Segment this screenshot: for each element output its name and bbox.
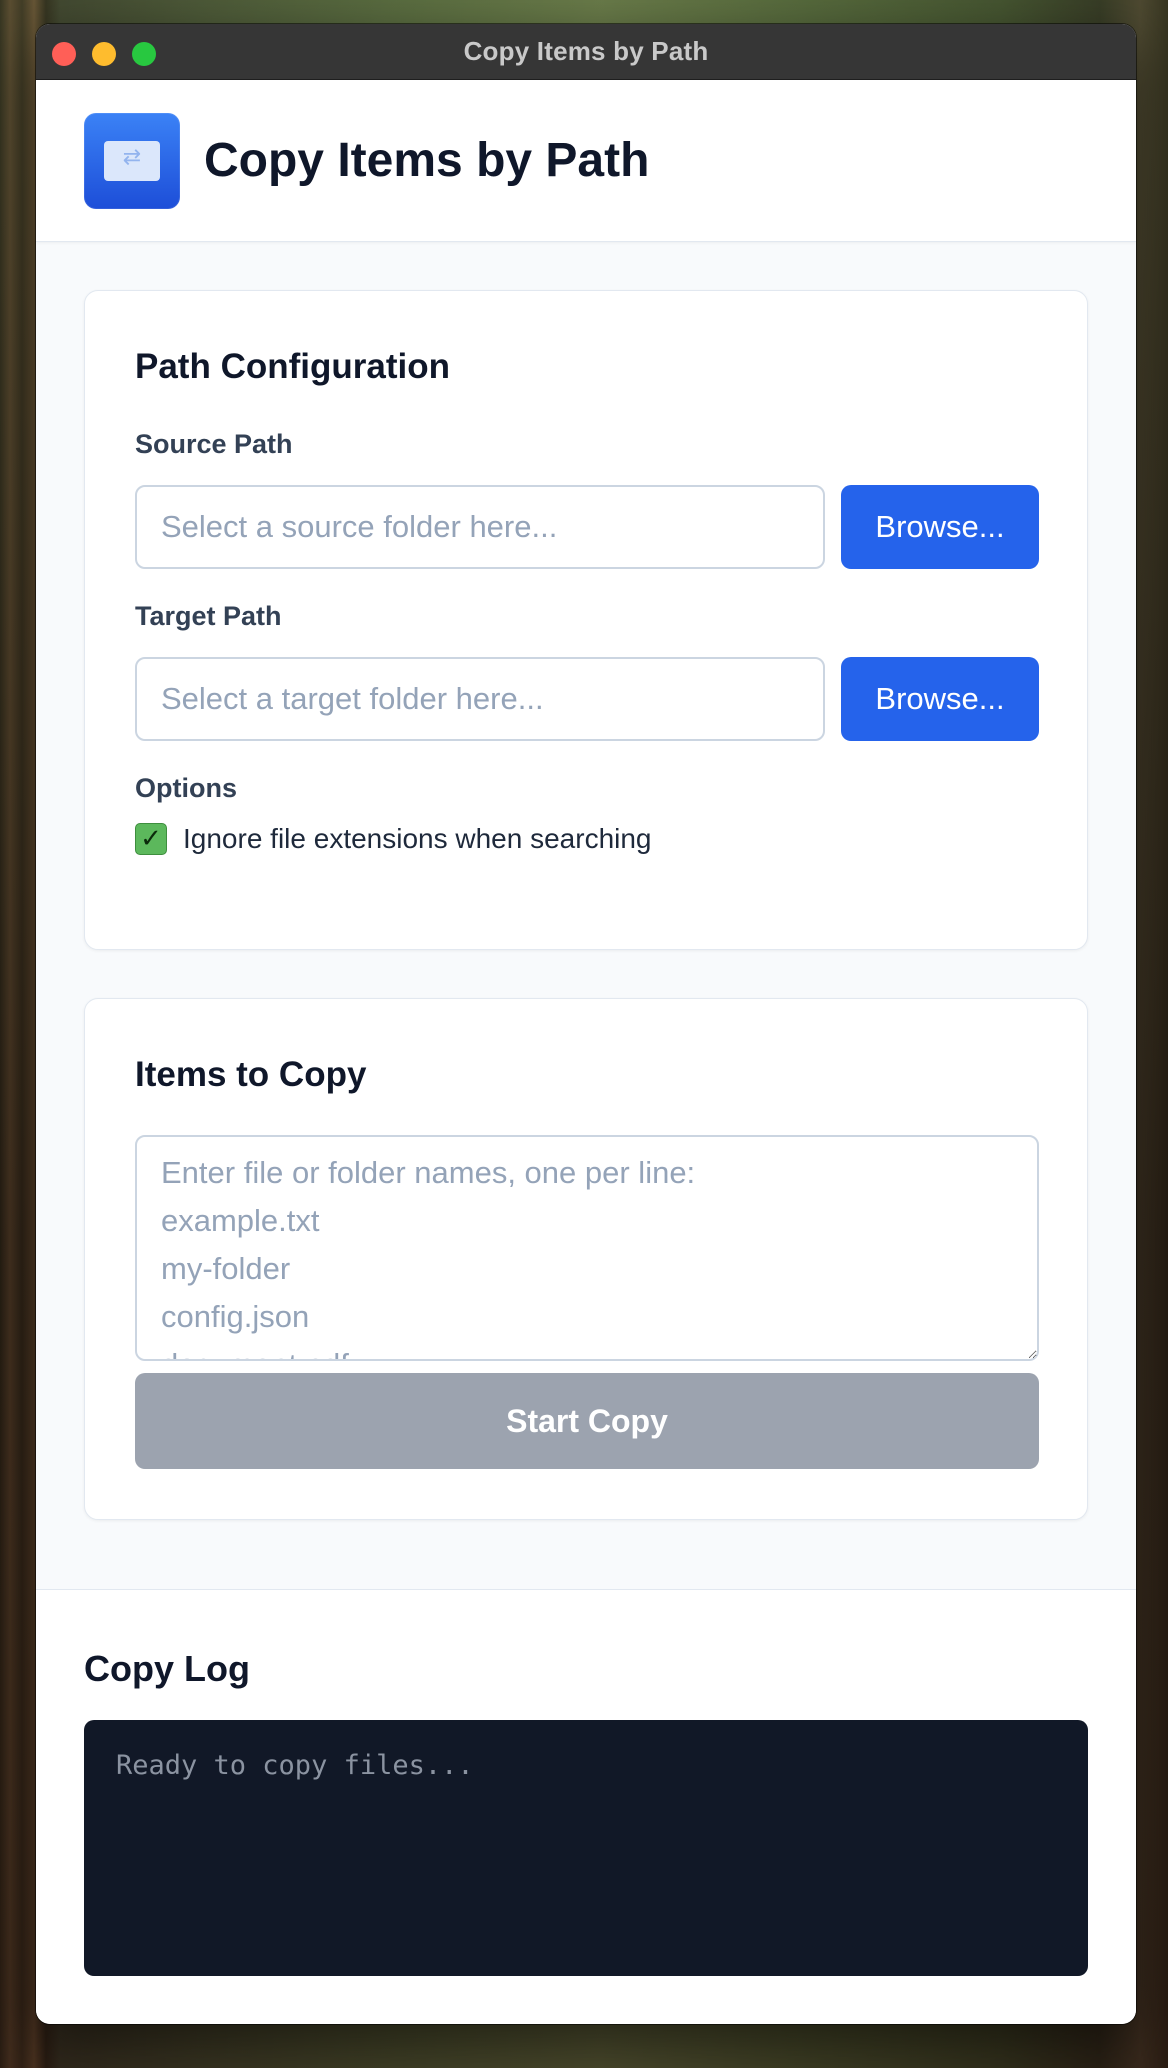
app-title: Copy Items by Path (204, 134, 650, 187)
window-controls (52, 42, 156, 66)
target-path-label: Target Path (135, 601, 282, 631)
window-titlebar[interactable]: Copy Items by Path (36, 24, 1136, 80)
copy-log-output: Ready to copy files... (84, 1720, 1088, 1976)
window-title: Copy Items by Path (463, 36, 709, 66)
ignore-extensions-label[interactable]: Ignore file extensions when searching (183, 823, 652, 855)
source-path-label: Source Path (135, 429, 293, 459)
ignore-extensions-option[interactable]: ✓ Ignore file extensions when searching (135, 823, 652, 855)
path-configuration-card: Path Configuration Source Path Browse...… (84, 290, 1088, 950)
browse-target-button[interactable]: Browse... (841, 657, 1039, 741)
source-path-input[interactable] (135, 485, 825, 569)
close-window-button[interactable] (52, 42, 76, 66)
zoom-window-button[interactable] (132, 42, 156, 66)
options-label: Options (135, 773, 237, 803)
ignore-extensions-checkbox[interactable]: ✓ (135, 823, 167, 855)
minimize-window-button[interactable] (92, 42, 116, 66)
items-textarea[interactable] (135, 1135, 1039, 1361)
app-header: Copy Items by Path (36, 80, 1136, 242)
log-line: Ready to copy files... (116, 1750, 474, 1781)
browse-source-button[interactable]: Browse... (841, 485, 1039, 569)
start-copy-button[interactable]: Start Copy (135, 1373, 1039, 1469)
copy-log-section: Copy Log Ready to copy files... (36, 1589, 1136, 2024)
items-to-copy-card: Items to Copy Start Copy (84, 998, 1088, 1520)
path-configuration-title: Path Configuration (135, 347, 450, 386)
copy-log-title: Copy Log (84, 1648, 250, 1689)
target-path-input[interactable] (135, 657, 825, 741)
copy-document-icon (84, 112, 180, 209)
items-to-copy-title: Items to Copy (135, 1055, 367, 1094)
app-window: Copy Items by Path Copy Items by Path Pa… (36, 24, 1136, 2024)
document-icon (104, 140, 160, 181)
